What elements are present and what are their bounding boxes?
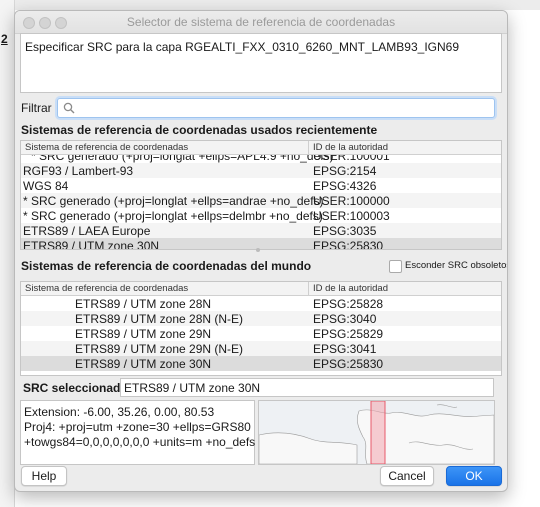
crs-authority-id: EPSG:2154 — [313, 164, 377, 178]
crs-proj4-line1: Proj4: +proj=utm +zone=30 +ellps=GRS80 — [24, 420, 251, 434]
recent-table-header: Sistema de referencia de coordenadas ID … — [21, 141, 501, 155]
search-icon — [63, 102, 75, 114]
crs-authority-id: EPSG:25830 — [313, 239, 384, 250]
crs-authority-id: EPSG:25830 — [313, 357, 384, 371]
world-crs-table: Sistema de referencia de coordenadas ID … — [20, 281, 502, 376]
table-row[interactable]: WGS 84 EPSG:4326 — [21, 178, 501, 193]
recent-crs-table: * SRC generado (+proj=longlat +ellps=APL… — [20, 140, 502, 250]
crs-name: ETRS89 / UTM zone 28N — [75, 297, 212, 311]
column-header-authority-id[interactable]: ID de la autoridad — [313, 283, 388, 294]
extent-map — [258, 400, 495, 465]
crs-name: * SRC generado (+proj=longlat +ellps=del… — [23, 209, 323, 223]
filter-input[interactable] — [57, 98, 495, 118]
window-title: Selector de sistema de referencia de coo… — [126, 15, 396, 29]
crs-authority-id: EPSG:4326 — [313, 179, 377, 193]
table-row[interactable]: RGF93 / Lambert-93 EPSG:2154 — [21, 163, 501, 178]
table-row-selected[interactable]: ETRS89 / UTM zone 30N EPSG:25830 — [21, 356, 501, 371]
cancel-button[interactable]: Cancel — [380, 466, 434, 486]
world-crs-title: Sistemas de referencia de coordenadas de… — [21, 259, 312, 273]
crs-name: ETRS89 / UTM zone 29N (N-E) — [75, 342, 244, 356]
column-header-authority-id[interactable]: ID de la autoridad — [313, 142, 388, 153]
background-row-number: 2 — [1, 32, 8, 46]
column-separator[interactable] — [308, 141, 309, 154]
crs-name: ETRS89 / UTM zone 30N — [75, 357, 212, 371]
extent-map-graphic — [259, 401, 494, 464]
crs-extension: Extension: -6.00, 35.26, 0.00, 80.53 — [24, 405, 215, 419]
crs-name: RGF93 / Lambert-93 — [23, 164, 134, 178]
selected-crs-field: ETRS89 / UTM zone 30N — [120, 378, 494, 397]
hide-obsolete-label: Esconder SRC obsoletos — [405, 260, 508, 271]
crs-name: ETRS89 / UTM zone 30N — [23, 239, 160, 250]
hide-obsolete-checkbox[interactable] — [389, 260, 402, 273]
crs-authority-id: EPSG:3040 — [313, 312, 377, 326]
column-separator[interactable] — [308, 282, 309, 295]
ok-button[interactable]: OK — [446, 466, 502, 486]
crs-info-panel: Extension: -6.00, 35.26, 0.00, 80.53 Pro… — [20, 400, 255, 465]
layer-description: Especificar SRC para la capa RGEALTI_FXX… — [20, 33, 502, 93]
column-header-crs[interactable]: Sistema de referencia de coordenadas — [25, 283, 188, 294]
table-row[interactable]: ETRS89 / UTM zone 29N (N-E) EPSG:3041 — [21, 341, 501, 356]
crs-name: * SRC generado (+proj=longlat +ellps=and… — [23, 194, 324, 208]
filter-label: Filtrar — [21, 101, 52, 115]
layer-description-text: Especificar SRC para la capa RGEALTI_FXX… — [25, 40, 459, 54]
crs-authority-id: USER:100000 — [313, 194, 390, 208]
table-row[interactable]: * SRC generado (+proj=longlat +ellps=and… — [21, 193, 501, 208]
crs-name: ETRS89 / UTM zone 29N — [75, 327, 212, 341]
crs-name: ETRS89 / UTM zone 28N (N-E) — [75, 312, 244, 326]
world-table-header: Sistema de referencia de coordenadas ID … — [21, 282, 501, 296]
crs-authority-id: EPSG:3041 — [313, 342, 377, 356]
title-bar: Selector de sistema de referencia de coo… — [15, 11, 507, 34]
column-header-crs[interactable]: Sistema de referencia de coordenadas — [25, 142, 188, 153]
table-row-selected[interactable]: ETRS89 / UTM zone 30N EPSG:25830 — [21, 238, 501, 250]
crs-name: ETRS89 / LAEA Europe — [23, 224, 151, 238]
background-window — [14, 0, 540, 10]
background-panel: 2 — [0, 0, 15, 507]
recent-crs-title: Sistemas de referencia de coordenadas us… — [21, 123, 378, 137]
crs-authority-id: EPSG:3035 — [313, 224, 377, 238]
crs-authority-id: EPSG:25829 — [313, 327, 384, 341]
table-row[interactable]: ETRS89 / UTM zone 28N EPSG:25828 — [21, 296, 501, 311]
splitter-handle[interactable] — [256, 248, 260, 252]
crs-name: WGS 84 — [23, 179, 69, 193]
table-row[interactable]: ETRS89 / UTM zone 29N EPSG:25829 — [21, 326, 501, 341]
table-row[interactable]: ETRS89 / LAEA Europe EPSG:3035 — [21, 223, 501, 238]
crs-authority-id: EPSG:25828 — [313, 297, 384, 311]
help-button[interactable]: Help — [21, 466, 67, 486]
table-row[interactable]: ETRS89 / UTM zone 28N (N-E) EPSG:3040 — [21, 311, 501, 326]
selected-crs-label: SRC seleccionado — [23, 381, 128, 395]
table-row[interactable]: * SRC generado (+proj=longlat +ellps=del… — [21, 208, 501, 223]
crs-selector-dialog: Selector de sistema de referencia de coo… — [14, 10, 508, 492]
crs-authority-id: USER:100003 — [313, 209, 390, 223]
crs-proj4-line2: +towgs84=0,0,0,0,0,0,0 +units=m +no_defs — [24, 435, 256, 449]
selected-crs-value: ETRS89 / UTM zone 30N — [124, 381, 261, 395]
